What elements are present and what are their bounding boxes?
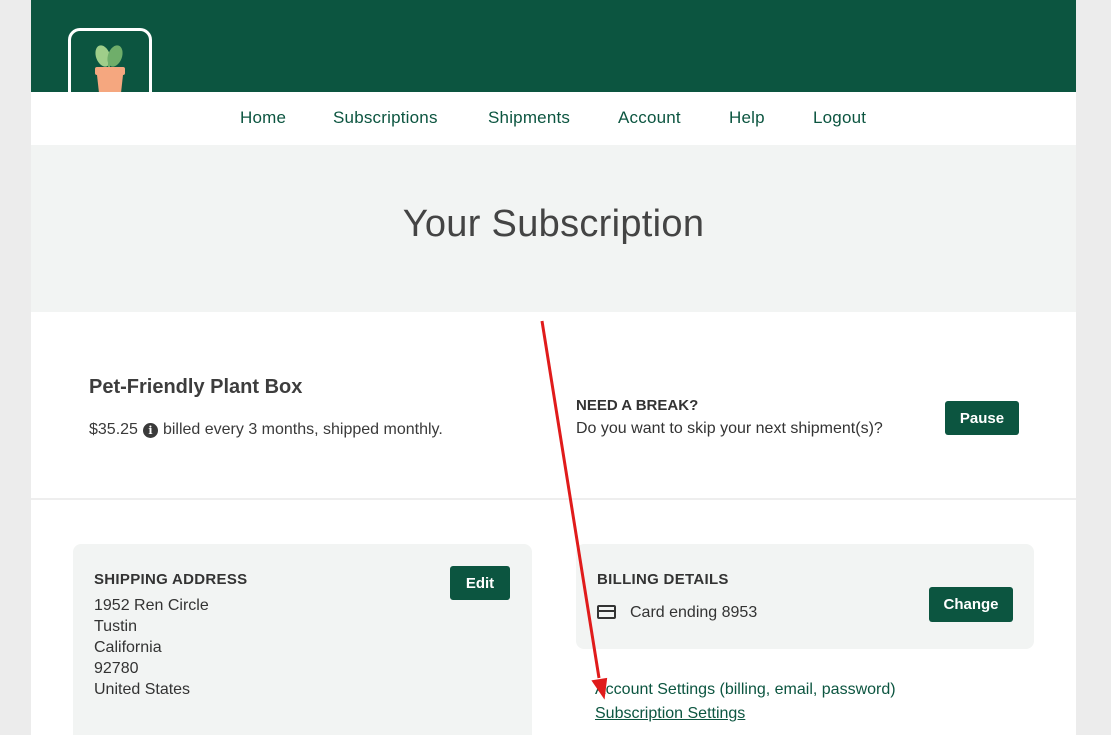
pause-question: Do you want to skip your next shipment(s… [576,420,883,437]
card-ending-text: Card ending 8953 [630,604,758,621]
plan-description: $35.25 i billed every 3 months, shipped … [89,421,443,439]
nav-account[interactable]: Account [618,108,681,128]
subscription-settings-link[interactable]: Subscription Settings [595,705,745,723]
hero-banner: Your Subscription [31,145,1076,312]
header-bar [31,0,1076,92]
shipping-heading: SHIPPING ADDRESS [94,571,248,588]
info-icon[interactable]: i [142,422,158,438]
page-title: Your Subscription [402,203,705,245]
plan-price: $35.25 [89,421,138,438]
billing-heading: BILLING DETAILS [597,571,729,588]
change-billing-button[interactable]: Change [929,587,1013,622]
address-line: Tustin [94,618,137,635]
account-settings-link[interactable]: Account Settings (billing, email, passwo… [595,681,896,699]
nav-logout[interactable]: Logout [813,108,866,128]
address-line: 92780 [94,660,139,677]
nav-home[interactable]: Home [240,108,286,128]
plan-billing-text: billed every 3 months, shipped monthly. [162,421,443,438]
pause-button[interactable]: Pause [945,401,1019,435]
billing-details-card: BILLING DETAILS Card ending 8953 Change [576,544,1034,649]
pause-heading: NEED A BREAK? [576,397,699,414]
credit-card-icon [597,605,616,619]
address-line: California [94,639,162,656]
nav-help[interactable]: Help [729,108,765,128]
section-divider [31,498,1076,500]
edit-address-button[interactable]: Edit [450,566,510,600]
shipping-address-card: SHIPPING ADDRESS Edit 1952 Ren Circle Tu… [73,544,532,735]
address-line: 1952 Ren Circle [94,597,209,614]
plan-name: Pet-Friendly Plant Box [89,376,303,398]
nav-subscriptions[interactable]: Subscriptions [333,108,438,128]
address-line: United States [94,681,191,698]
nav-shipments[interactable]: Shipments [488,108,570,128]
page: Home Subscriptions Shipments Account Hel… [31,0,1076,735]
main-nav: Home Subscriptions Shipments Account Hel… [31,92,1076,145]
